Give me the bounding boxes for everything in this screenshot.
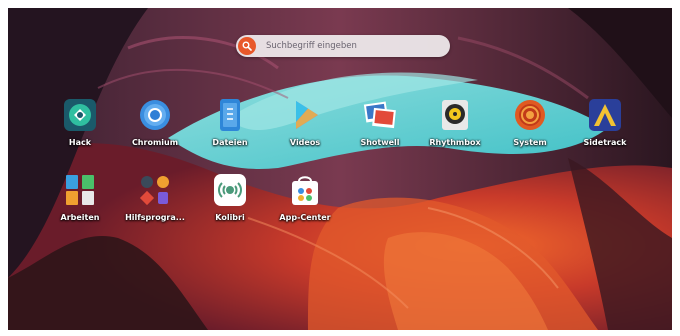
office-folder-icon — [66, 175, 94, 205]
app-label: Rhythmbox — [429, 138, 481, 147]
videos-icon — [296, 101, 318, 129]
app-shotwell[interactable]: Shotwell — [348, 98, 412, 158]
app-label: Videos — [289, 138, 321, 147]
search-button[interactable] — [238, 37, 256, 55]
app-videos[interactable]: Videos — [273, 98, 337, 158]
search-input[interactable] — [266, 35, 442, 57]
app-label: System — [513, 138, 547, 147]
system-icon — [515, 100, 545, 130]
app-arbeiten[interactable]: Arbeiten — [48, 173, 112, 233]
utilities-folder-icon — [139, 176, 169, 206]
app-label: Arbeiten — [60, 213, 100, 222]
app-label: Shotwell — [360, 138, 400, 147]
app-label: App-Center — [279, 213, 331, 222]
kolibri-icon — [214, 174, 246, 206]
app-label: Dateien — [212, 138, 248, 147]
shotwell-icon — [363, 101, 396, 129]
app-kolibri[interactable]: Kolibri — [198, 173, 262, 233]
files-icon — [220, 99, 240, 131]
desktop-frame: Hack Chromium Dateien Videos — [8, 8, 672, 330]
app-system[interactable]: System — [498, 98, 562, 158]
app-label: Sidetrack — [583, 138, 627, 147]
search-bar[interactable] — [236, 35, 450, 57]
sidetrack-icon — [589, 99, 621, 131]
hack-icon — [64, 99, 96, 131]
app-rhythmbox[interactable]: Rhythmbox — [423, 98, 487, 158]
app-dateien[interactable]: Dateien — [198, 98, 262, 158]
app-sidetrack[interactable]: Sidetrack — [573, 98, 637, 158]
app-chromium[interactable]: Chromium — [123, 98, 187, 158]
app-hack[interactable]: Hack — [48, 98, 112, 158]
search-icon — [242, 41, 252, 51]
chromium-icon — [140, 100, 170, 130]
rhythmbox-icon — [442, 100, 468, 130]
app-label: Hilfsprogra... — [125, 213, 185, 222]
app-hilfsprogramme[interactable]: Hilfsprogra... — [123, 173, 187, 233]
app-label: Kolibri — [215, 213, 245, 222]
app-app-center[interactable]: App-Center — [273, 173, 337, 233]
app-label: Chromium — [131, 138, 179, 147]
app-center-icon — [292, 176, 318, 205]
app-label: Hack — [68, 138, 92, 147]
